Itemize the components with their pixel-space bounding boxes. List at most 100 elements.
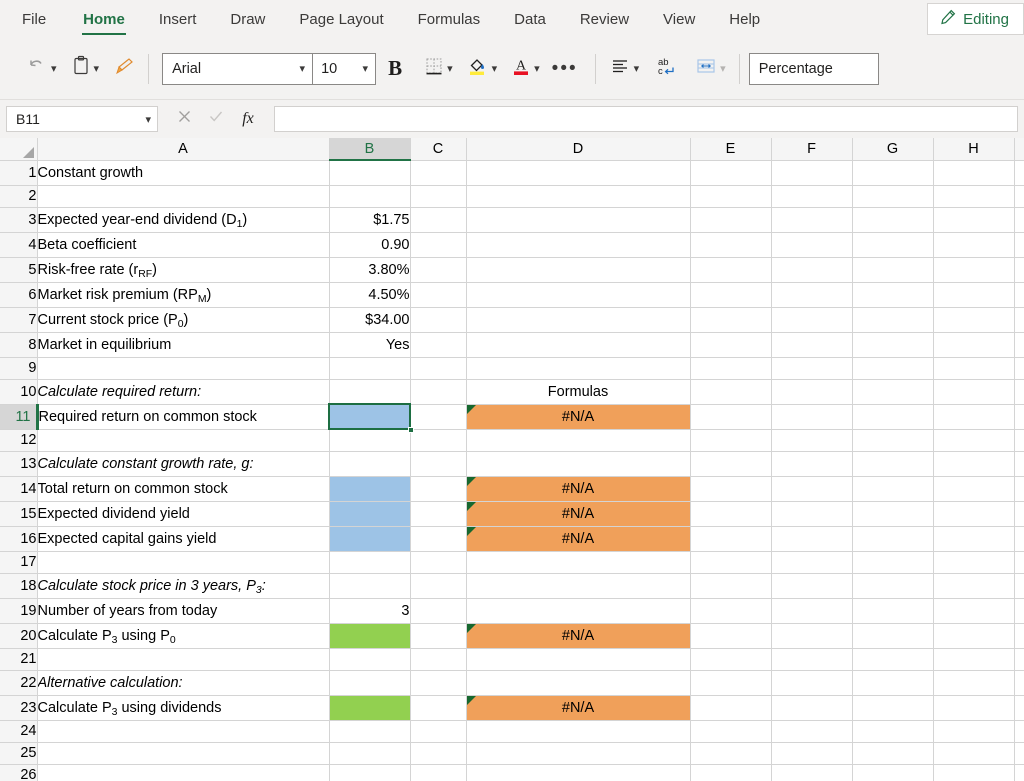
- cell-H24[interactable]: [933, 720, 1015, 743]
- cell-E25[interactable]: [690, 742, 772, 765]
- cell-D8[interactable]: [466, 332, 691, 358]
- cell-H1[interactable]: [933, 160, 1015, 186]
- cell-B19[interactable]: 3: [329, 598, 411, 624]
- cell-I11[interactable]: [1014, 404, 1024, 430]
- cell-C19[interactable]: [410, 598, 467, 624]
- cell-F9[interactable]: [771, 357, 853, 380]
- cell-B11[interactable]: [329, 404, 411, 430]
- cell-F19[interactable]: [771, 598, 853, 624]
- cell-D23[interactable]: #N/A: [466, 695, 691, 721]
- cell-I17[interactable]: [1014, 551, 1024, 574]
- cell-E14[interactable]: [690, 476, 772, 502]
- cell-G5[interactable]: [852, 257, 934, 283]
- cell-G6[interactable]: [852, 282, 934, 308]
- cell-A24[interactable]: [37, 720, 330, 743]
- more-commands-button[interactable]: •••: [544, 59, 586, 78]
- cell-I15[interactable]: [1014, 501, 1024, 527]
- cell-A8[interactable]: Market in equilibrium: [37, 332, 330, 358]
- cell-I24[interactable]: [1014, 720, 1024, 743]
- cell-B5[interactable]: 3.80%: [329, 257, 411, 283]
- cell-C22[interactable]: [410, 670, 467, 696]
- cell-A20[interactable]: Calculate P3 using P0: [37, 623, 330, 649]
- cell-A6[interactable]: Market risk premium (RPM): [37, 282, 330, 308]
- cell-C9[interactable]: [410, 357, 467, 380]
- cell-G13[interactable]: [852, 451, 934, 477]
- cell-G21[interactable]: [852, 648, 934, 671]
- cell-F15[interactable]: [771, 501, 853, 527]
- cell-H11[interactable]: [933, 404, 1015, 430]
- cell-A1[interactable]: Constant growth: [37, 160, 330, 186]
- cell-H12[interactable]: [933, 429, 1015, 452]
- cell-E6[interactable]: [690, 282, 772, 308]
- cell-E13[interactable]: [690, 451, 772, 477]
- cell-B3[interactable]: $1.75: [329, 207, 411, 233]
- cell-D3[interactable]: [466, 207, 691, 233]
- cell-H21[interactable]: [933, 648, 1015, 671]
- cell-F8[interactable]: [771, 332, 853, 358]
- column-header-g[interactable]: G: [852, 138, 934, 161]
- cell-D11[interactable]: #N/A: [466, 404, 691, 430]
- cell-B10[interactable]: [329, 379, 411, 405]
- cell-F26[interactable]: [771, 764, 853, 781]
- cell-F11[interactable]: [771, 404, 853, 430]
- cell-E9[interactable]: [690, 357, 772, 380]
- cell-H26[interactable]: [933, 764, 1015, 781]
- row-header-25[interactable]: 25: [0, 742, 38, 765]
- row-header-14[interactable]: 14: [0, 476, 38, 502]
- spreadsheet-grid[interactable]: A B C D E F G H 1 Constant growth 2 3 Expect…: [0, 138, 1024, 781]
- cell-D19[interactable]: [466, 598, 691, 624]
- cell-G17[interactable]: [852, 551, 934, 574]
- cell-H7[interactable]: [933, 307, 1015, 333]
- cell-H2[interactable]: [933, 185, 1015, 208]
- chevron-down-icon[interactable]: ▾: [492, 62, 498, 75]
- column-header-h[interactable]: H: [933, 138, 1015, 161]
- confirm-button[interactable]: [200, 106, 232, 132]
- font-color-button[interactable]: A ▾: [507, 49, 544, 89]
- ribbon-tab-help[interactable]: Help: [712, 0, 777, 38]
- cell-D22[interactable]: [466, 670, 691, 696]
- cell-G20[interactable]: [852, 623, 934, 649]
- row-header-18[interactable]: 18: [0, 573, 38, 599]
- cell-G23[interactable]: [852, 695, 934, 721]
- cell-C11[interactable]: [410, 404, 467, 430]
- cell-A2[interactable]: [37, 185, 330, 208]
- cell-B21[interactable]: [329, 648, 411, 671]
- name-box[interactable]: B11 ▾: [6, 106, 158, 132]
- cell-F17[interactable]: [771, 551, 853, 574]
- cell-A16[interactable]: Expected capital gains yield: [37, 526, 330, 552]
- cell-H8[interactable]: [933, 332, 1015, 358]
- cell-B24[interactable]: [329, 720, 411, 743]
- cell-G7[interactable]: [852, 307, 934, 333]
- cell-C21[interactable]: [410, 648, 467, 671]
- cell-G11[interactable]: [852, 404, 934, 430]
- cell-A23[interactable]: Calculate P3 using dividends: [37, 695, 330, 721]
- cell-I19[interactable]: [1014, 598, 1024, 624]
- row-header-22[interactable]: 22: [0, 670, 38, 696]
- cell-F10[interactable]: [771, 379, 853, 405]
- cell-H4[interactable]: [933, 232, 1015, 258]
- row-header-19[interactable]: 19: [0, 598, 38, 624]
- cell-B23[interactable]: [329, 695, 411, 721]
- row-header-12[interactable]: 12: [0, 429, 38, 452]
- cell-F6[interactable]: [771, 282, 853, 308]
- cell-A25[interactable]: [37, 742, 330, 765]
- cell-C20[interactable]: [410, 623, 467, 649]
- cell-A10[interactable]: Calculate required return:: [37, 379, 330, 405]
- cell-H9[interactable]: [933, 357, 1015, 380]
- cell-C10[interactable]: [410, 379, 467, 405]
- ribbon-tab-view[interactable]: View: [646, 0, 712, 38]
- cell-B17[interactable]: [329, 551, 411, 574]
- cell-D13[interactable]: [466, 451, 691, 477]
- row-header-3[interactable]: 3: [0, 207, 38, 233]
- cell-B26[interactable]: [329, 764, 411, 781]
- cell-G19[interactable]: [852, 598, 934, 624]
- cell-A17[interactable]: [37, 551, 330, 574]
- cell-H13[interactable]: [933, 451, 1015, 477]
- cell-F24[interactable]: [771, 720, 853, 743]
- cell-A22[interactable]: Alternative calculation:: [37, 670, 330, 696]
- cell-A3[interactable]: Expected year-end dividend (D1): [37, 207, 330, 233]
- cell-E24[interactable]: [690, 720, 772, 743]
- bold-button[interactable]: B: [376, 51, 414, 87]
- paste-button[interactable]: ▾: [67, 49, 104, 89]
- cell-D25[interactable]: [466, 742, 691, 765]
